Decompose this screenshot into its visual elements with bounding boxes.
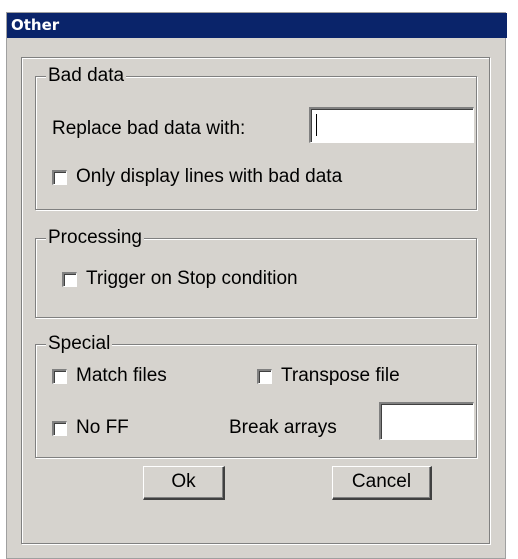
dialog-panel: Bad data Replace bad data with: Only dis…: [21, 57, 490, 544]
checkbox-box[interactable]: [257, 368, 272, 384]
checkbox-box[interactable]: [52, 368, 67, 384]
processing-group: Processing Trigger on Stop condition: [35, 227, 477, 318]
cancel-button[interactable]: Cancel: [332, 466, 432, 500]
ok-button[interactable]: Ok: [143, 466, 225, 500]
special-group: Special Match files Transpose file No FF…: [35, 333, 477, 458]
trigger-on-stop-label: Trigger on Stop condition: [86, 268, 298, 289]
checkbox-box[interactable]: [52, 420, 67, 436]
only-display-bad-lines-checkbox[interactable]: Only display lines with bad data: [52, 165, 342, 189]
special-group-label: Special: [46, 333, 113, 355]
transpose-file-label: Transpose file: [281, 365, 400, 386]
no-ff-checkbox[interactable]: No FF: [52, 416, 129, 440]
bad-data-group: Bad data Replace bad data with: Only dis…: [35, 65, 477, 210]
no-ff-label: No FF: [76, 417, 129, 438]
other-dialog: Other Bad data Replace bad data with: On…: [6, 12, 507, 559]
dialog-title[interactable]: Other: [7, 13, 507, 38]
replace-bad-data-input[interactable]: [309, 107, 474, 143]
bad-data-group-label: Bad data: [46, 65, 127, 87]
text-caret: [316, 114, 317, 136]
break-arrays-label: Break arrays: [229, 417, 337, 438]
transpose-file-checkbox[interactable]: Transpose file: [257, 364, 400, 388]
processing-group-label: Processing: [46, 227, 144, 249]
break-arrays-input[interactable]: [379, 402, 474, 440]
match-files-label: Match files: [76, 365, 167, 386]
match-files-checkbox[interactable]: Match files: [52, 364, 167, 388]
replace-bad-data-label: Replace bad data with:: [52, 118, 246, 139]
only-display-bad-lines-label: Only display lines with bad data: [76, 166, 343, 187]
checkbox-box[interactable]: [62, 271, 77, 287]
trigger-on-stop-checkbox[interactable]: Trigger on Stop condition: [62, 267, 298, 291]
checkbox-box[interactable]: [52, 169, 67, 185]
